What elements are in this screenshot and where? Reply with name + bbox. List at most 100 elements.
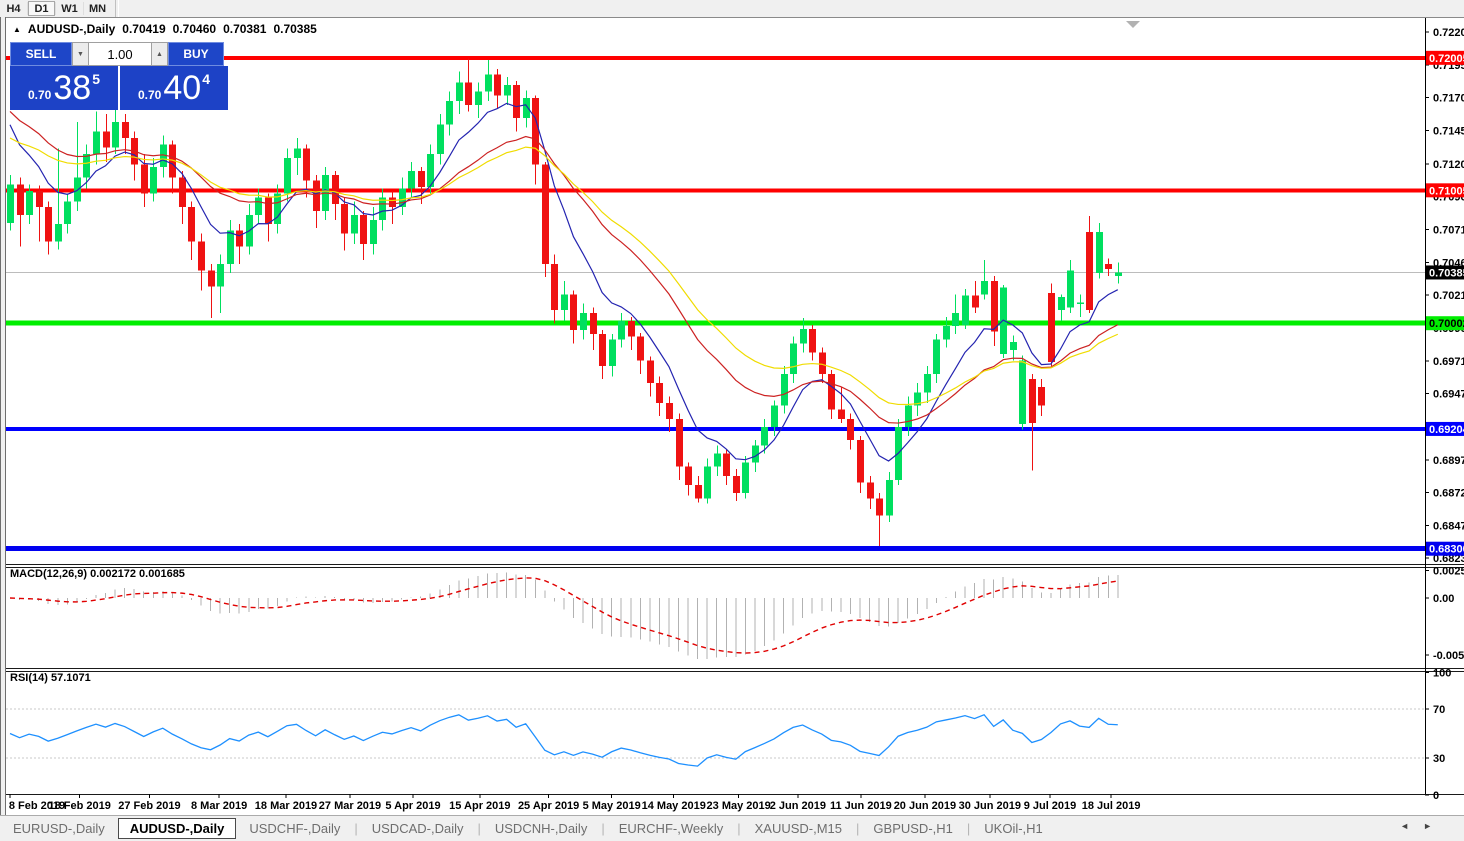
volume-up-button[interactable]: ▲ [151,42,168,66]
medium-ma-line [9,111,1119,424]
chart-tab-gbpusd-h1[interactable]: GBPUSD-,H1 [860,819,965,838]
volume-down-button[interactable]: ▼ [72,42,89,66]
svg-text:11 Jun 2019: 11 Jun 2019 [830,800,892,812]
timeframe-button-h4[interactable]: H4 [0,1,27,16]
svg-text:2 Jun 2019: 2 Jun 2019 [770,800,826,812]
rsi-axis-label: 100 [1433,667,1451,679]
chart-tab-audusd-daily[interactable]: AUDUSD-,Daily [117,818,237,839]
svg-text:25 Apr 2019: 25 Apr 2019 [518,800,579,812]
svg-text:23 May 2019: 23 May 2019 [707,800,771,812]
timeframe-button-d1[interactable]: D1 [28,1,55,16]
price-axis[interactable]: 0.722000.719500.717050.714550.712050.709… [1425,27,1464,565]
svg-text:9 Jul 2019: 9 Jul 2019 [1024,800,1077,812]
svg-text:18 Jul 2019: 18 Jul 2019 [1082,800,1141,812]
svg-text:0.71705: 0.71705 [1433,93,1464,105]
svg-text:0.68475: 0.68475 [1433,521,1464,533]
timeframe-toolbar: H4 D1 W1 MN [0,0,1464,18]
level-0.70002-badge: 0.70002 [1429,318,1464,330]
svg-text:27 Mar 2019: 27 Mar 2019 [319,800,381,812]
buy-button[interactable]: BUY [168,42,224,66]
chart-tab-usdcnh-daily[interactable]: USDCNH-,Daily [482,819,600,838]
rsi-label: RSI(14) 57.1071 [10,672,91,684]
ohlc-high: 0.70460 [172,22,217,36]
chart-tab-xauusd-m15[interactable]: XAUUSD-,M15 [742,819,855,838]
symbol-title: AUDUSD-,Daily [27,22,116,36]
svg-text:0.69470: 0.69470 [1433,389,1464,401]
ohlc-open: 0.70419 [122,22,166,36]
svg-text:0.70710: 0.70710 [1433,224,1464,236]
svg-text:20 Jun 2019: 20 Jun 2019 [894,800,956,812]
timeframe-button-mn[interactable]: MN [84,1,111,16]
one-click-trading-panel: SELL ▼ ▲ BUY 0.70 38 5 0.70 40 4 [10,42,228,110]
sell-price-box[interactable]: 0.70 38 5 [10,66,118,110]
svg-text:27 Feb 2019: 27 Feb 2019 [118,800,180,812]
rsi-axis-label: 0 [1433,790,1439,802]
svg-text:0.69715: 0.69715 [1433,356,1464,368]
ohlc-close: 0.70385 [273,22,317,36]
ohlc-low: 0.70381 [223,22,267,36]
chart-tab-eurusd-daily[interactable]: EURUSD-,Daily [0,819,118,838]
svg-text:18 Mar 2019: 18 Mar 2019 [255,800,317,812]
chart-shift-marker-icon[interactable] [1126,21,1140,28]
chart-header: ▲ AUDUSD-,Daily 0.70419 0.70460 0.70381 … [13,22,317,36]
macd-axis-label: 0.002524 [1433,566,1464,578]
window-marker-icon: ▲ [13,24,21,34]
candlestick-series[interactable] [7,58,1122,547]
rsi-axis-label: 30 [1433,753,1445,765]
level-0.71005-badge: 0.71005 [1429,185,1464,197]
scroll-right-icon[interactable]: ► [1423,821,1446,831]
slow-ma-line [9,137,1119,406]
svg-text:15 Apr 2019: 15 Apr 2019 [449,800,510,812]
buy-price-box[interactable]: 0.70 40 4 [120,66,228,110]
svg-text:14 May 2019: 14 May 2019 [642,800,706,812]
svg-text:0.72200: 0.72200 [1433,27,1464,39]
macd-signal-line [9,577,1118,654]
buy-price-pips: 40 [163,69,202,107]
svg-text:5 May 2019: 5 May 2019 [583,800,641,812]
chart-tab-ukoil-h1[interactable]: UKOil-,H1 [971,819,1056,838]
rsi-axis-label: 70 [1433,704,1445,716]
sell-price-pips: 38 [53,69,92,107]
macd-axis-label: -0.005234 [1433,650,1464,662]
chart-tab-usdcad-daily[interactable]: USDCAD-,Daily [359,819,477,838]
chart-tab-eurchf-weekly[interactable]: EURCHF-,Weekly [606,819,737,838]
macd-axis-label: 0.00 [1433,593,1454,605]
timeframe-button-w1[interactable]: W1 [56,1,83,16]
svg-text:8 Mar 2019: 8 Mar 2019 [191,800,247,812]
fast-ma-line [9,102,1119,462]
level-0.72005-badge: 0.72005 [1429,53,1464,65]
macd-value: 0.002172 [90,568,136,580]
buy-price-point: 4 [202,71,210,87]
current-price-badge: 0.70385 [1429,267,1464,279]
rsi-value: 57.1071 [50,672,91,684]
chevron-up-icon: ▲ [156,50,163,58]
svg-text:0.68970: 0.68970 [1433,455,1464,467]
chart-window: 0.722000.719500.717050.714550.712050.709… [6,17,1464,816]
svg-text:0.71455: 0.71455 [1433,126,1464,138]
date-axis[interactable]: 8 Feb 201918 Feb 2019 27 Feb 2019 8 Mar 20… [9,794,1141,812]
level-0.68300-badge: 0.68300 [1429,544,1464,556]
svg-text:0.71205: 0.71205 [1433,159,1464,171]
svg-text:0.70215: 0.70215 [1433,290,1464,302]
sell-button[interactable]: SELL [10,42,72,66]
chart-tab-bar: EURUSD-,Daily AUDUSD-,Daily USDCHF-,Daily |… [0,815,1464,841]
sell-price-point: 5 [92,71,100,87]
sell-price-prefix: 0.70 [28,88,52,102]
buy-price-prefix: 0.70 [138,88,162,102]
svg-text:5 Apr 2019: 5 Apr 2019 [385,800,440,812]
chart-tab-usdchf-daily[interactable]: USDCHF-,Daily [236,819,353,838]
tab-scroll-arrows[interactable]: ◄► [1400,821,1446,831]
macd-histogram [19,572,1119,660]
level-0.69204-badge: 0.69204 [1429,424,1464,436]
svg-text:30 Jun 2019: 30 Jun 2019 [959,800,1021,812]
toolbar-separator [115,0,119,17]
mt4-terminal: { "toolbar": { "timeframes": [ {"label":… [0,0,1464,841]
svg-text:18 Feb 2019: 18 Feb 2019 [49,800,111,812]
chevron-down-icon: ▼ [77,50,84,58]
volume-input[interactable] [89,42,151,66]
svg-text:0.68725: 0.68725 [1433,487,1464,499]
scroll-left-icon[interactable]: ◄ [1400,821,1423,831]
macd-signal-value: 0.001685 [139,568,185,580]
chart-canvas[interactable]: 0.722000.719500.717050.714550.712050.709… [6,18,1464,816]
macd-label: MACD(12,26,9) 0.002172 0.001685 [10,568,185,580]
